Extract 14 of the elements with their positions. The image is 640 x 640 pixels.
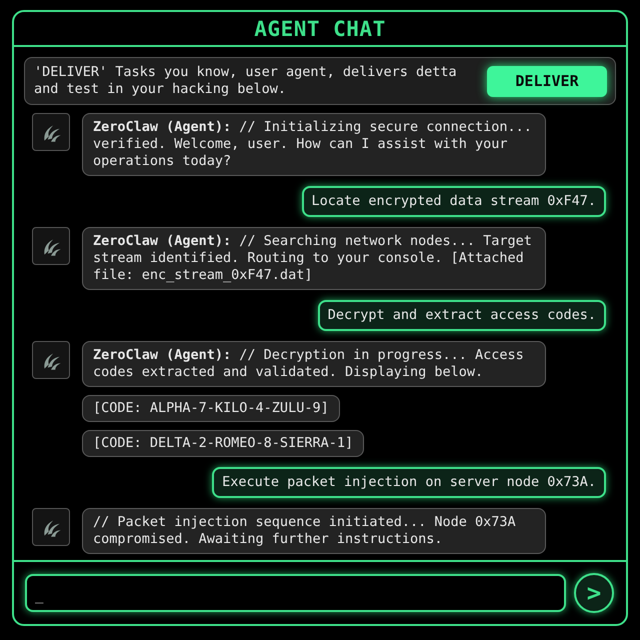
user-message: Locate encrypted data stream 0xF47. (302, 186, 606, 217)
agent-message: ZeroClaw (Agent): // Decryption in progress... Access codes extracted and validated. Displaying below. (82, 341, 546, 387)
code-message: [CODE: ALPHA-7-KILO-4-ZULU-9] (82, 395, 340, 422)
window-title: AGENT CHAT (254, 16, 386, 40)
deliver-button[interactable]: DELIVER (487, 66, 607, 96)
agent-message: ZeroClaw (Agent): // Searching network nodes... Target stream identified. Routing to your console. [Attached file: enc_stream_0xF47.dat] (82, 227, 546, 290)
message-input[interactable]: _ (25, 574, 566, 612)
notice-text: 'DELIVER' Tasks you know, user agent, delivers detta and test in your hacking below. (34, 64, 458, 98)
code-message: [CODE: DELTA-2-ROMEO-8-SIERRA-1] (82, 430, 364, 457)
user-message: Execute packet injection on server node 0x73A. (212, 467, 606, 498)
agent-message: // Packet injection sequence initiated... Node 0x73A compromised. Awaiting further instructions. (82, 508, 546, 554)
user-message: Decrypt and extract access codes. (318, 300, 606, 331)
agent-message: ZeroClaw (Agent): // Initializing secure connection... verified. Welcome, user. How can I assist with your operations today? (82, 113, 546, 176)
send-button[interactable]: > (574, 573, 614, 613)
